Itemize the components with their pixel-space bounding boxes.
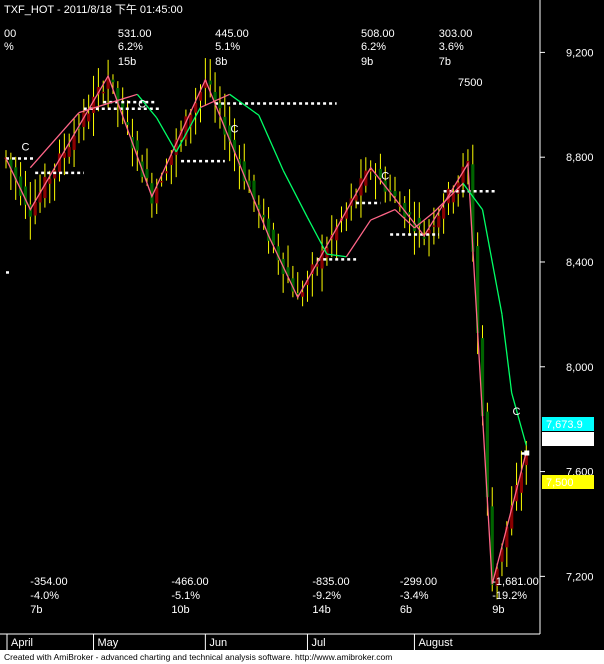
swing-stat-percent: 5.1%: [215, 41, 240, 53]
y-tick-label: 8,000: [566, 362, 594, 374]
y-tick-label: 8,800: [566, 152, 594, 164]
last-price-marker: [524, 450, 530, 456]
y-tick-label: 7,200: [566, 571, 594, 583]
swing-stat-bars: 14b: [312, 604, 330, 616]
swing-stat-points: 531.00: [118, 28, 152, 40]
swing-stat-points: 508.00: [361, 28, 395, 40]
swing-stat-bars: 8b: [215, 56, 227, 68]
candle-down: [213, 91, 217, 101]
swing-stat-points: 445.00: [215, 28, 249, 40]
candle-up: [437, 215, 441, 228]
trend-line-segment: [229, 93, 260, 116]
x-month-label: Jun: [209, 637, 227, 649]
trend-line-segment: [282, 169, 309, 218]
chart-title: TXF_HOT - 2011/8/18 下午 01:45:00: [4, 3, 183, 16]
candle-up: [87, 113, 91, 122]
swing-stat-bars: 7b: [439, 56, 451, 68]
c-marker-label: C: [138, 98, 146, 110]
candle-up: [72, 135, 76, 150]
candle-up: [164, 171, 169, 174]
price-label-text: 7,669: [546, 434, 574, 446]
x-month-label: April: [11, 637, 33, 649]
candle-up: [67, 147, 71, 157]
swing-stat-bars: 10b: [171, 604, 189, 616]
candle-down: [393, 191, 397, 197]
y-tick-label: 8,400: [566, 257, 594, 269]
x-month-label: August: [418, 637, 452, 649]
trend-line-segment: [370, 208, 396, 221]
swing-stat-points: -1,681.00: [492, 576, 538, 588]
candle-bars: [4, 58, 528, 600]
swing-stat-percent: -4.0%: [30, 590, 59, 602]
swing-stat-bars: 6b: [400, 604, 412, 616]
candle-down: [422, 237, 426, 239]
amibroker-footer: Created with AmiBroker - advanced charti…: [0, 650, 604, 664]
c-marker-label: C: [513, 406, 521, 418]
c-marker-label: C: [381, 170, 389, 182]
swing-stat-percent: -9.2%: [312, 590, 341, 602]
candle-down: [125, 122, 130, 125]
swing-stat-percent: 6.2%: [361, 41, 386, 53]
trend-line-segment: [175, 107, 202, 153]
candle-down: [111, 79, 115, 83]
big-price-label: 7500: [458, 77, 482, 89]
x-month-label: May: [98, 637, 119, 649]
candle-up: [155, 188, 159, 204]
candle-down: [262, 214, 266, 218]
swing-stat-bars: 15b: [118, 56, 136, 68]
candle-down: [208, 80, 212, 85]
swing-stat-percent: %: [4, 41, 14, 53]
trend-line-segment: [501, 314, 513, 394]
swing-stat-bars: 9b: [361, 56, 373, 68]
candle-up: [101, 91, 105, 94]
swing-stat-percent: 3.6%: [439, 41, 464, 53]
swing-stat-points: -835.00: [312, 576, 349, 588]
swing-stat-points: -299.00: [400, 576, 437, 588]
c-marker-label: C: [231, 123, 239, 135]
swing-stat-bars: 9b: [492, 604, 504, 616]
candle-up: [159, 181, 164, 183]
trend-line-segment: [511, 392, 527, 446]
swing-stat-percent: -19.2%: [492, 590, 527, 602]
swing-stat-percent: 6.2%: [118, 41, 143, 53]
swing-stat-points: 303.00: [439, 28, 473, 40]
y-tick-label: 9,200: [566, 47, 594, 59]
candle-down: [135, 140, 139, 151]
swing-stat-percent: -3.4%: [400, 590, 429, 602]
swing-stat-points: -354.00: [30, 576, 67, 588]
x-month-label: Jul: [311, 637, 325, 649]
c-marker-label: C: [21, 142, 29, 154]
trend-line-segment: [306, 217, 328, 255]
price-chart: 7,2007,6008,0008,4008,8009,200April May Ju…: [0, 0, 594, 650]
candle-down: [407, 212, 412, 215]
price-label-text: 7,673.9: [546, 419, 583, 431]
trend-line-segment: [345, 219, 372, 258]
swing-stat-points: 00: [4, 28, 16, 40]
trend-line-segment: [29, 112, 80, 169]
candle-up: [53, 170, 57, 179]
swing-zigzag-line: [5, 74, 527, 585]
candle-down: [218, 103, 222, 109]
candle-down: [145, 169, 149, 178]
trend-line-segment: [156, 117, 177, 153]
trend-line-segment: [491, 261, 503, 315]
trend-line-segment: [481, 209, 493, 263]
candle-up: [432, 225, 436, 227]
swing-stat-bars: 7b: [30, 604, 42, 616]
candle-up: [301, 292, 305, 297]
candle-up: [48, 178, 52, 184]
price-label-text: 7,500: [546, 477, 574, 489]
swing-stat-percent: -5.1%: [171, 590, 200, 602]
candle-up: [442, 207, 446, 219]
swing-stat-points: -466.00: [171, 576, 208, 588]
trend-line-segment: [258, 115, 284, 171]
